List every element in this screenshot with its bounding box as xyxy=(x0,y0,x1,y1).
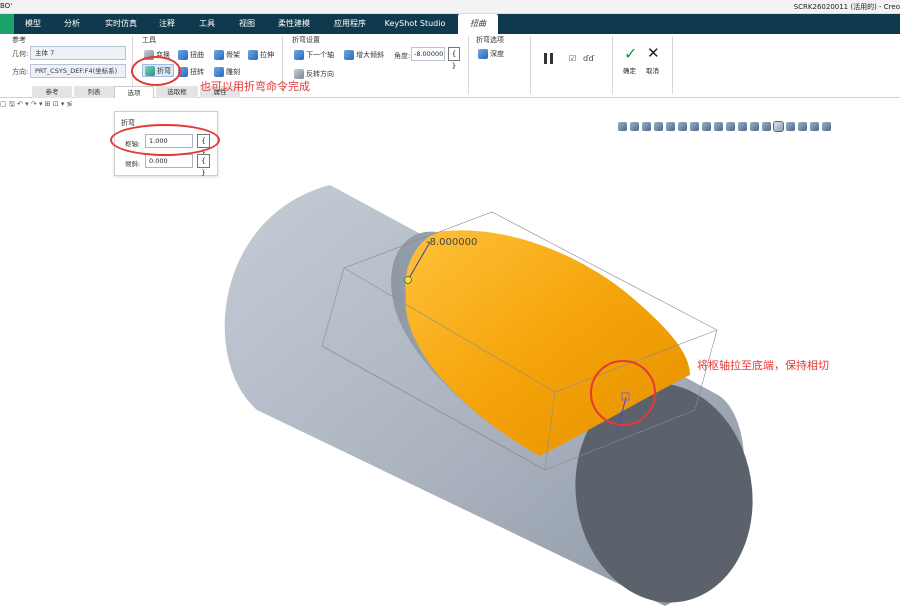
tab-applications[interactable]: 应用程序 xyxy=(328,14,372,34)
tab-flexible-modeling[interactable]: 柔性建模 xyxy=(272,14,316,34)
increase-taper-button[interactable]: 增大倾斜 xyxy=(344,48,384,61)
next-axis-icon xyxy=(294,49,304,60)
pause-animation-icon[interactable] xyxy=(810,122,819,131)
reverse-direction-icon xyxy=(294,68,304,79)
glasses-icon[interactable]: ɗɗ xyxy=(583,54,594,63)
twist-button[interactable]: 扭曲 xyxy=(178,48,204,61)
next-axis-label: 下一个轴 xyxy=(306,50,334,59)
rotate-button[interactable]: 扭转 xyxy=(178,65,204,78)
twist-icon xyxy=(178,49,188,60)
stretch-button[interactable]: 拉伸 xyxy=(248,48,274,61)
view-icon[interactable] xyxy=(630,122,639,131)
spine-button[interactable]: 骨架 xyxy=(214,48,240,61)
zoom-out-icon[interactable] xyxy=(666,122,675,131)
datum-display-icon[interactable] xyxy=(750,122,759,131)
cancel-close-icon[interactable]: ✕ xyxy=(647,44,660,62)
depth-label: 深度 xyxy=(490,49,504,58)
increase-taper-label: 增大倾斜 xyxy=(356,50,384,59)
tab-analysis[interactable]: 分析 xyxy=(54,14,90,34)
tools-group-title: 工具 xyxy=(142,36,156,44)
tab-view[interactable]: 视图 xyxy=(232,14,262,34)
geometry-label: 几何: xyxy=(12,50,29,58)
view-icon[interactable] xyxy=(618,122,627,131)
preview-checkbox-icon[interactable]: ☑ xyxy=(569,54,576,63)
angle-label: 角度: xyxy=(394,52,411,60)
subtab-options[interactable]: 选项 xyxy=(114,86,154,98)
refit-icon[interactable] xyxy=(642,122,651,131)
sculpt-button[interactable]: 雕刻 xyxy=(214,65,240,78)
section-icon[interactable] xyxy=(726,122,735,131)
bend-button-highlight-ring xyxy=(131,56,181,86)
title-left-text: BO' xyxy=(0,2,13,10)
pivot-handle-highlight-ring xyxy=(590,360,656,426)
tab-model[interactable]: 模型 xyxy=(16,14,50,34)
graphics-toolbar xyxy=(614,118,898,135)
perspective-icon[interactable] xyxy=(690,122,699,131)
spine-label: 骨架 xyxy=(226,50,240,59)
confirm-label[interactable]: 确定 xyxy=(623,65,636,75)
taper-label: 倾斜: xyxy=(125,160,141,168)
bend-settings-group-title: 折弯设置 xyxy=(292,36,320,44)
tab-annotate[interactable]: 注释 xyxy=(152,14,182,34)
direction-label: 方向: xyxy=(12,68,29,76)
geometry-collector[interactable]: 主体 7 xyxy=(30,46,126,60)
ribbon-tab-bar: 模型 分析 实时仿真 注释 工具 视图 柔性建模 应用程序 KeyShot St… xyxy=(0,14,900,34)
bend-origin-handle[interactable] xyxy=(404,276,412,284)
annotation-bend-command: 也可以用折弯命令完成 xyxy=(200,80,310,93)
divider xyxy=(530,36,531,94)
stretch-label: 拉伸 xyxy=(260,50,274,59)
manage-views-icon[interactable] xyxy=(738,122,747,131)
point-display-icon[interactable] xyxy=(786,122,795,131)
annotation-pivot-to-bottom: 将枢轴拉至底端，保持相切 xyxy=(697,359,829,372)
confirm-checkmark-icon[interactable]: ✓ xyxy=(624,44,637,63)
depth-button[interactable]: 深度 xyxy=(478,47,504,60)
file-menu-button[interactable] xyxy=(0,14,14,34)
cancel-label[interactable]: 取消 xyxy=(646,65,659,75)
next-axis-button[interactable]: 下一个轴 xyxy=(294,48,334,61)
repaint-icon[interactable] xyxy=(678,122,687,131)
reverse-direction-label: 反转方向 xyxy=(306,69,334,78)
spin-center-icon[interactable] xyxy=(773,121,784,132)
quick-access-toolbar[interactable]: ▢ 🖫 ↶ ▾ ↷ ▾ ⊞ ⊡ ▾ ≶ xyxy=(0,100,72,110)
tab-tools[interactable]: 工具 xyxy=(192,14,222,34)
angle-relation-button[interactable]: { } xyxy=(448,47,460,70)
csys-display-icon[interactable] xyxy=(798,122,807,131)
increase-taper-icon xyxy=(344,49,354,60)
stretch-icon xyxy=(248,49,258,60)
references-group-title: 参考 xyxy=(12,36,26,44)
bend-options-group-title: 折弯选项 xyxy=(476,36,504,44)
display-style-icon[interactable] xyxy=(702,122,711,131)
taper-relation-button[interactable]: { } xyxy=(197,154,210,177)
saved-views-icon[interactable] xyxy=(714,122,723,131)
angle-dimension-label[interactable]: -8.000000 xyxy=(426,237,477,248)
divider xyxy=(612,36,613,94)
depth-icon xyxy=(478,48,488,59)
zoom-in-icon[interactable] xyxy=(654,122,663,131)
title-bar: BO' SCRK26020011 (活用的) - Creo xyxy=(0,0,900,14)
twist-label: 扭曲 xyxy=(190,50,204,59)
sculpt-label: 雕刻 xyxy=(226,67,240,76)
spine-icon xyxy=(214,49,224,60)
angle-input[interactable]: -8.00000 xyxy=(411,47,445,61)
rotate-label: 扭转 xyxy=(190,67,204,76)
pause-icon[interactable] xyxy=(544,53,553,64)
tab-keyshot-studio[interactable]: KeyShot Studio xyxy=(382,14,448,34)
divider xyxy=(468,36,469,94)
appearance-icon[interactable] xyxy=(822,122,831,131)
subtab-list[interactable]: 列表 xyxy=(74,86,114,98)
taper-input[interactable]: 0.000 xyxy=(145,154,193,168)
direction-collector[interactable]: PRT_CSYS_DEF:F4(坐标系) xyxy=(30,64,126,78)
tab-live-simulation[interactable]: 实时仿真 xyxy=(98,14,144,34)
sculpt-icon xyxy=(214,66,224,77)
pivot-field-highlight-ring xyxy=(110,124,220,156)
window-title: SCRK26020011 (活用的) - Creo xyxy=(793,3,900,11)
divider xyxy=(672,36,673,94)
tab-warp[interactable]: 扭曲 xyxy=(458,14,498,34)
annotation-display-icon[interactable] xyxy=(762,122,771,131)
subtab-references[interactable]: 参考 xyxy=(32,86,72,98)
subtab-marquee[interactable]: 选取框 xyxy=(156,86,198,98)
